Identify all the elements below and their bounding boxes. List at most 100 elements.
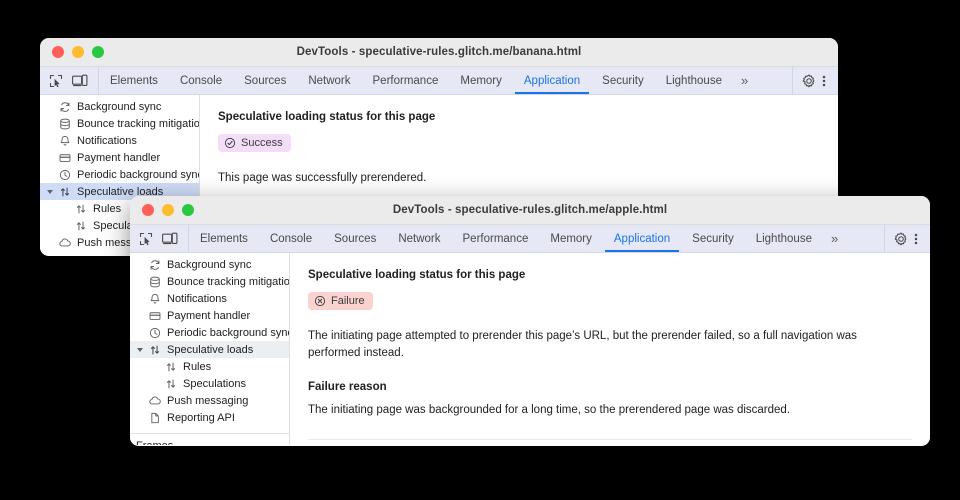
database-icon [58,117,71,130]
device-toolbar-icon[interactable] [162,232,178,246]
arrows-icon [164,377,177,390]
sidebar-divider [130,433,289,434]
sidebar-item-payment-handler[interactable]: Payment handler [40,149,199,166]
sidebar-item-bounce-tracking-mitigations[interactable]: Bounce tracking mitigations [40,115,199,132]
more-tabs-button[interactable]: » [733,67,755,94]
devtools-tabbar-back[interactable]: Elements Console Sources Network Perform… [40,67,838,95]
tab-elements[interactable]: Elements [99,67,169,94]
devtools-tabbar-front[interactable]: Elements Console Sources Network Perform… [130,225,930,253]
device-toolbar-icon[interactable] [72,74,88,88]
sidebar-item-speculations[interactable]: Speculations [130,375,289,392]
main-content-front: Speculative loading status for this page… [290,253,930,445]
chevron-down-icon[interactable] [137,348,143,352]
check-circle-icon [224,137,236,149]
sidebar-section-frames[interactable]: Frames [130,438,289,445]
maximize-button[interactable] [92,46,104,58]
sidebar-item-bounce-tracking-mitigations[interactable]: Bounce tracking mitigations [130,273,289,290]
window-title-front: DevTools - speculative-rules.glitch.me/a… [130,204,930,216]
page-title: Speculative loading status for this page [308,269,912,281]
sidebar-item-label: Notifications [167,293,227,305]
sidebar-item-label: Push messaging [167,395,248,407]
tab-memory[interactable]: Memory [539,225,603,252]
tab-sources[interactable]: Sources [233,67,297,94]
status-badge: Failure [308,292,373,310]
tab-application[interactable]: Application [603,225,681,252]
window-title-back: DevTools - speculative-rules.glitch.me/b… [40,46,838,58]
tab-security[interactable]: Security [591,67,655,94]
sidebar-item-label: Bounce tracking mitigations [167,276,290,288]
arrows-icon [74,219,87,232]
minimize-button[interactable] [162,204,174,216]
gear-icon[interactable] [802,74,816,88]
sidebar-item-label: Payment handler [167,310,250,322]
tab-network[interactable]: Network [387,225,451,252]
database-icon [148,275,161,288]
sidebar-item-reporting-api[interactable]: Reporting API [130,409,289,426]
document-icon [148,411,161,424]
sidebar-item-notifications[interactable]: Notifications [40,132,199,149]
tabbar-right-icons-back [792,67,838,94]
titlebar-front[interactable]: DevTools - speculative-rules.glitch.me/a… [130,196,930,225]
status-description: This page was successfully prerendered. [218,170,820,187]
tab-performance[interactable]: Performance [362,67,450,94]
more-tabs-button[interactable]: » [823,225,845,252]
titlebar-back[interactable]: DevTools - speculative-rules.glitch.me/b… [40,38,838,67]
sidebar-item-label: Notifications [77,135,137,147]
tab-memory[interactable]: Memory [449,67,513,94]
sidebar-item-background-sync[interactable]: Background sync [130,256,289,273]
sidebar-item-periodic-background-sync[interactable]: Periodic background sync [40,166,199,183]
status-badge-label: Failure [331,296,365,307]
devtools-window-apple[interactable]: DevTools - speculative-rules.glitch.me/a… [130,196,930,446]
sidebar-item-label: Background sync [167,259,251,271]
status-badge: Success [218,134,291,152]
sidebar-item-background-sync[interactable]: Background sync [40,98,199,115]
application-sidebar-front[interactable]: Background sync Bounce tracking mitigati… [130,253,290,445]
error-circle-icon [314,295,326,307]
tab-list-front[interactable]: Elements Console Sources Network Perform… [189,225,880,252]
tab-application[interactable]: Application [513,67,591,94]
traffic-lights-back [52,46,104,58]
card-icon [148,309,161,322]
sidebar-item-speculative-loads[interactable]: Speculative loads [130,341,289,358]
clock-icon [148,326,161,339]
status-badge-label: Success [241,138,283,149]
clock-icon [58,168,71,181]
sync-icon [148,258,161,271]
close-button[interactable] [52,46,64,58]
tab-performance[interactable]: Performance [452,225,540,252]
tab-elements[interactable]: Elements [189,225,259,252]
tab-console[interactable]: Console [259,225,323,252]
tab-sources[interactable]: Sources [323,225,387,252]
sidebar-item-label: Speculations [183,378,246,390]
arrows-icon [148,343,161,356]
chevron-down-icon[interactable] [47,190,53,194]
section-divider [308,439,912,440]
maximize-button[interactable] [182,204,194,216]
sidebar-item-label: Background sync [77,101,161,113]
inspect-element-icon[interactable] [139,232,153,246]
tab-list-back[interactable]: Elements Console Sources Network Perform… [99,67,788,94]
arrows-icon [164,360,177,373]
failure-reason-heading: Failure reason [308,381,912,393]
sidebar-item-rules[interactable]: Rules [130,358,289,375]
tab-console[interactable]: Console [169,67,233,94]
close-button[interactable] [142,204,154,216]
tab-lighthouse[interactable]: Lighthouse [745,225,823,252]
tab-network[interactable]: Network [297,67,361,94]
gear-icon[interactable] [894,232,908,246]
sidebar-item-push-messaging[interactable]: Push messaging [130,392,289,409]
sidebar-item-payment-handler[interactable]: Payment handler [130,307,289,324]
more-vertical-icon[interactable] [818,74,830,88]
sidebar-item-periodic-background-sync[interactable]: Periodic background sync [130,324,289,341]
minimize-button[interactable] [72,46,84,58]
failure-reason-text: The initiating page was backgrounded for… [308,402,912,419]
tabbar-left-icons-front [130,225,189,252]
bell-icon [148,292,161,305]
sidebar-item-notifications[interactable]: Notifications [130,290,289,307]
traffic-lights-front [142,204,194,216]
more-vertical-icon[interactable] [910,232,922,246]
tab-security[interactable]: Security [681,225,745,252]
tabbar-left-icons-back [40,67,99,94]
tab-lighthouse[interactable]: Lighthouse [655,67,733,94]
inspect-element-icon[interactable] [49,74,63,88]
